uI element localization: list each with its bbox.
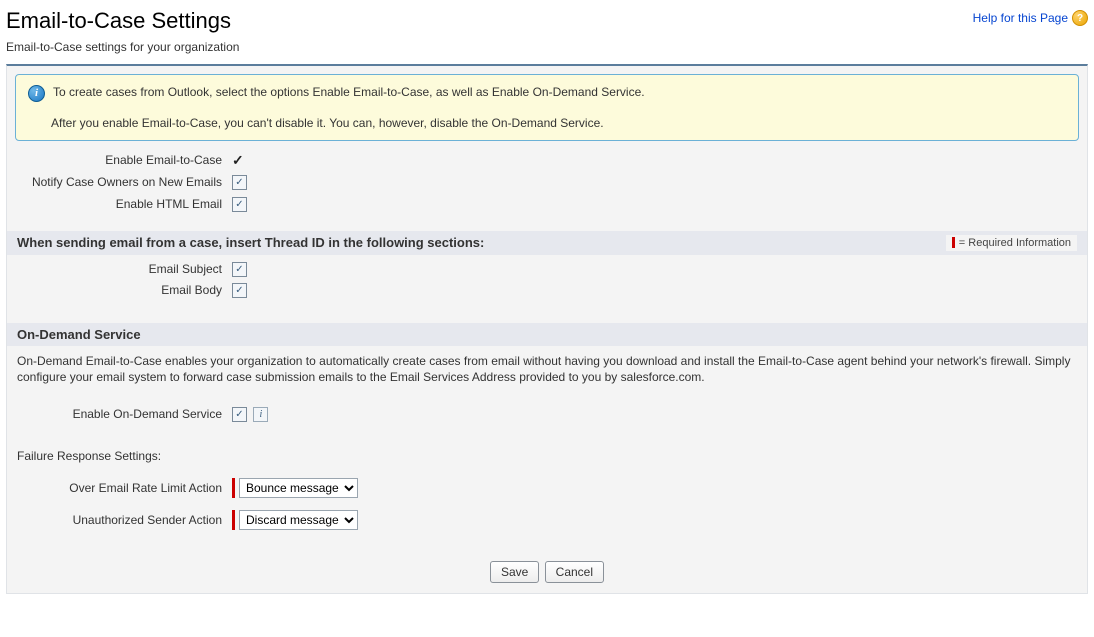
help-link-text: Help for this Page	[973, 11, 1068, 25]
required-bar-icon	[952, 237, 955, 248]
checkbox-email-body[interactable]	[232, 283, 247, 298]
label-unauth-sender: Unauthorized Sender Action	[7, 513, 232, 527]
info-text-2: After you enable Email-to-Case, you can'…	[28, 116, 1066, 130]
label-enable-e2c: Enable Email-to-Case	[7, 153, 232, 167]
label-email-body: Email Body	[7, 283, 232, 297]
save-button[interactable]: Save	[490, 561, 539, 583]
section-ondemand: On-Demand Service	[7, 323, 1087, 346]
info-button-icon[interactable]: i	[253, 407, 268, 422]
checkmark-icon: ✓	[232, 152, 244, 168]
label-enable-html: Enable HTML Email	[7, 197, 232, 211]
button-bar: Save Cancel	[7, 551, 1087, 593]
info-text-1: To create cases from Outlook, select the…	[53, 85, 645, 99]
info-icon: i	[28, 85, 45, 102]
page-title: Email-to-Case Settings	[6, 8, 231, 34]
info-banner: i To create cases from Outlook, select t…	[15, 74, 1079, 141]
page-subtitle: Email-to-Case settings for your organiza…	[6, 40, 1088, 54]
select-unauth-sender[interactable]: Discard message	[239, 510, 358, 530]
label-notify-owners: Notify Case Owners on New Emails	[7, 175, 232, 189]
section-ondemand-title: On-Demand Service	[17, 327, 141, 342]
help-icon: ?	[1072, 10, 1088, 26]
checkbox-enable-html[interactable]	[232, 197, 247, 212]
select-over-rate[interactable]: Bounce message	[239, 478, 358, 498]
settings-card: i To create cases from Outlook, select t…	[6, 64, 1088, 594]
label-email-subject: Email Subject	[7, 262, 232, 276]
ondemand-description: On-Demand Email-to-Case enables your org…	[7, 346, 1087, 393]
section-thread-id: When sending email from a case, insert T…	[7, 231, 1087, 255]
label-over-rate: Over Email Rate Limit Action	[7, 481, 232, 495]
checkbox-notify-owners[interactable]	[232, 175, 247, 190]
checkbox-email-subject[interactable]	[232, 262, 247, 277]
help-link[interactable]: Help for this Page ?	[973, 10, 1088, 26]
required-legend: = Required Information	[946, 235, 1077, 251]
checkbox-enable-ondemand[interactable]	[232, 407, 247, 422]
cancel-button[interactable]: Cancel	[545, 561, 604, 583]
label-enable-ondemand: Enable On-Demand Service	[7, 407, 232, 421]
failure-settings-heading: Failure Response Settings:	[7, 443, 1087, 467]
section-thread-id-title: When sending email from a case, insert T…	[17, 235, 484, 250]
